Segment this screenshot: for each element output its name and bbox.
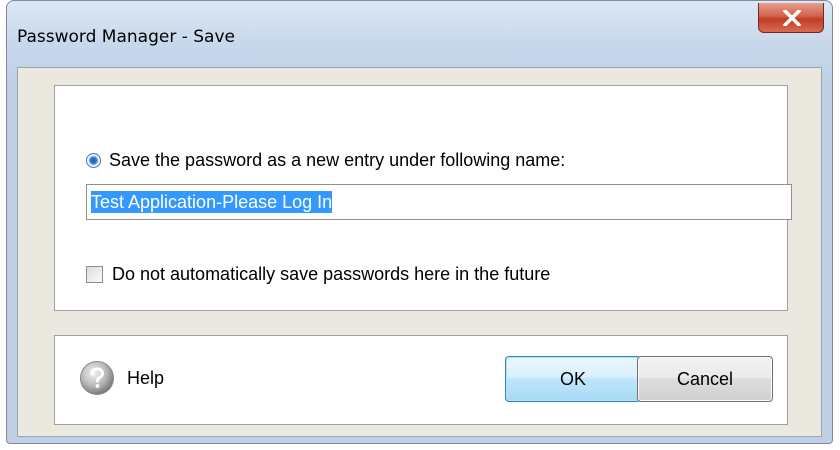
save-as-new-entry-radio[interactable] bbox=[86, 152, 101, 168]
save-options-group: Save the password as a new entry under f… bbox=[54, 85, 792, 311]
help-label: Help bbox=[127, 367, 165, 388]
window-title: Password Manager - Save bbox=[17, 27, 235, 47]
entry-name-input[interactable]: Test Application-Please Log In bbox=[86, 184, 792, 220]
ok-button[interactable]: OK bbox=[505, 356, 641, 402]
never-save-label: Do not automatically save passwords here… bbox=[112, 263, 551, 284]
title-bar[interactable]: Password Manager - Save bbox=[7, 1, 832, 67]
close-button[interactable] bbox=[758, 3, 824, 33]
close-x-icon bbox=[783, 10, 801, 26]
entry-name-value: Test Application-Please Log In bbox=[91, 191, 333, 213]
password-manager-dialog: Password Manager - Save Save the passwor… bbox=[6, 0, 833, 444]
cancel-button[interactable]: Cancel bbox=[637, 356, 773, 402]
footer-group: Help OK Cancel bbox=[54, 335, 788, 425]
never-save-option[interactable]: Do not automatically save passwords here… bbox=[86, 262, 550, 286]
save-as-new-entry-option[interactable]: Save the password as a new entry under f… bbox=[86, 148, 565, 172]
dialog-body: Save the password as a new entry under f… bbox=[17, 67, 822, 437]
save-as-new-entry-label: Save the password as a new entry under f… bbox=[109, 149, 566, 170]
question-mark-icon bbox=[80, 361, 114, 395]
help-link[interactable]: Help bbox=[79, 360, 164, 396]
never-save-checkbox[interactable] bbox=[86, 265, 103, 283]
